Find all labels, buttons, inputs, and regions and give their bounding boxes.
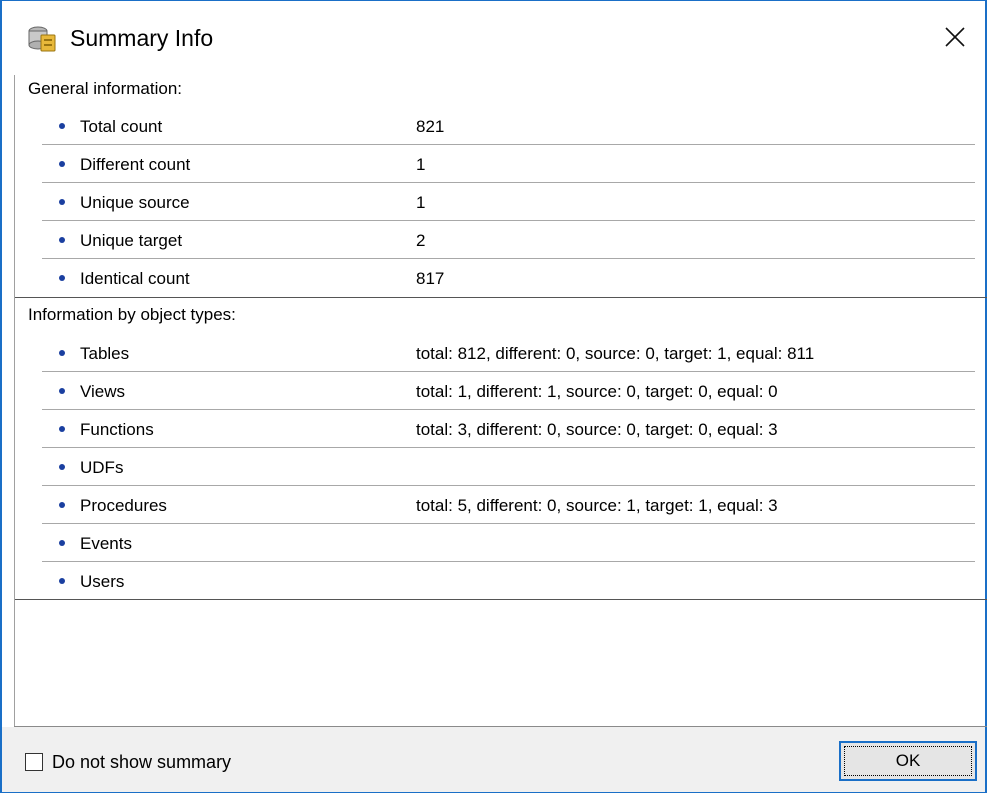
type-row-tables[interactable]: Tables total: 812, different: 0, source:… [42, 334, 975, 372]
title-bar[interactable]: Summary Info [2, 1, 985, 75]
bullet-icon [59, 350, 65, 356]
ok-button-label: OK [895, 751, 921, 770]
bullet-icon [59, 237, 65, 243]
bullet-icon [59, 199, 65, 205]
window-title: Summary Info [70, 25, 214, 51]
general-info-header: General information: [28, 79, 183, 98]
do-not-show-summary-checkbox[interactable] [25, 753, 43, 771]
row-value: total: 3, different: 0, source: 0, targe… [416, 420, 778, 439]
row-label: Identical count [80, 269, 190, 288]
type-row-users[interactable]: Users [42, 562, 975, 600]
bullet-icon [59, 123, 65, 129]
type-row-procedures[interactable]: Procedures total: 5, different: 0, sourc… [42, 486, 975, 524]
bullet-icon [59, 578, 65, 584]
type-row-views[interactable]: Views total: 1, different: 1, source: 0,… [42, 372, 975, 410]
section-divider [15, 599, 987, 600]
ok-button[interactable]: OK [839, 741, 977, 781]
row-label: Different count [80, 155, 191, 174]
bullet-icon [59, 464, 65, 470]
section-divider [15, 297, 987, 298]
row-label: Unique source [80, 193, 190, 212]
bullet-icon [59, 388, 65, 394]
general-row-unique-source[interactable]: Unique source 1 [42, 183, 975, 221]
summary-info-dialog: Summary Info General information: Total … [0, 0, 987, 793]
row-value: 2 [416, 231, 426, 250]
row-label: Procedures [80, 496, 167, 515]
row-value: 821 [416, 117, 445, 136]
general-row-unique-target[interactable]: Unique target 2 [42, 221, 975, 259]
bullet-icon [59, 426, 65, 432]
close-icon [945, 27, 965, 47]
row-label: Functions [80, 420, 154, 439]
row-value: total: 812, different: 0, source: 0, tar… [416, 344, 815, 363]
row-label: Views [80, 382, 126, 401]
row-value: 1 [416, 193, 426, 212]
row-label: Total count [80, 117, 163, 136]
bullet-icon [59, 161, 65, 167]
bullet-icon [59, 502, 65, 508]
row-label: Users [80, 572, 125, 591]
object-types-header: Information by object types: [28, 305, 236, 324]
row-label: UDFs [80, 458, 124, 477]
row-label: Unique target [80, 231, 183, 250]
type-row-udfs[interactable]: UDFs [42, 448, 975, 486]
row-value: 817 [416, 269, 445, 288]
row-label: Tables [80, 344, 130, 363]
do-not-show-summary-label[interactable]: Do not show summary [52, 752, 231, 773]
row-label: Events [80, 534, 132, 553]
content-left-border [14, 75, 15, 726]
row-value: total: 1, different: 1, source: 0, targe… [416, 382, 778, 401]
row-value: total: 5, different: 0, source: 1, targe… [416, 496, 778, 515]
close-button[interactable] [931, 15, 979, 59]
general-row-total-count[interactable]: Total count 821 [42, 107, 975, 145]
general-row-different-count[interactable]: Different count 1 [42, 145, 975, 183]
bullet-icon [59, 275, 65, 281]
database-summary-icon [28, 26, 56, 52]
row-value: 1 [416, 155, 426, 174]
type-row-events[interactable]: Events [42, 524, 975, 562]
general-row-identical-count[interactable]: Identical count 817 [42, 259, 975, 297]
bullet-icon [59, 540, 65, 546]
type-row-functions[interactable]: Functions total: 3, different: 0, source… [42, 410, 975, 448]
